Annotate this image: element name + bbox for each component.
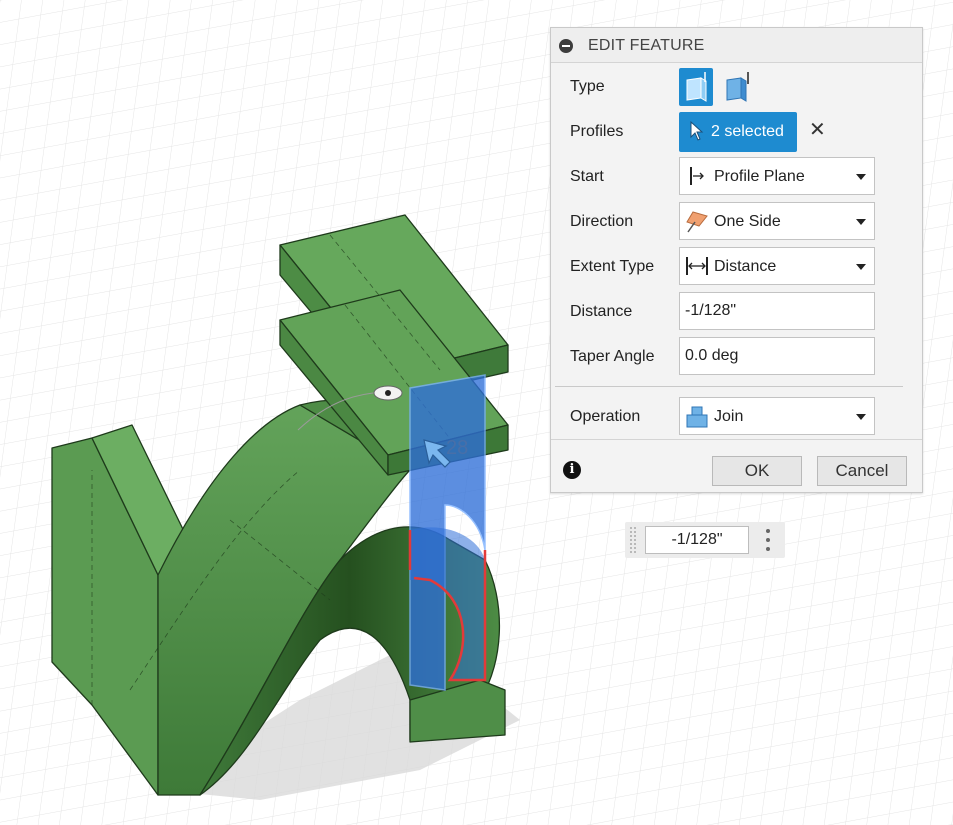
floating-distance-box: -1/128"	[625, 522, 785, 558]
chevron-down-icon	[856, 264, 866, 270]
direction-value: One Side	[714, 213, 781, 230]
ok-button[interactable]: OK	[712, 456, 802, 486]
profile-plane-icon	[690, 167, 704, 185]
clear-selection-icon[interactable]: ✕	[809, 120, 826, 140]
dialog-title: EDIT FEATURE	[588, 37, 705, 54]
chevron-down-icon	[856, 219, 866, 225]
more-options-icon[interactable]	[766, 529, 770, 551]
solid-extrude-icon	[686, 72, 707, 102]
dialog-header: EDIT FEATURE	[551, 28, 922, 63]
extent-type-dropdown[interactable]: Distance	[679, 247, 875, 285]
cancel-button[interactable]: Cancel	[817, 456, 907, 486]
edit-feature-dialog: EDIT FEATURE Type Profiles 2 selected ✕ …	[550, 27, 923, 493]
collapse-icon[interactable]	[559, 39, 573, 53]
start-dropdown[interactable]: Profile Plane	[679, 157, 875, 195]
extent-type-label: Extent Type	[570, 258, 655, 275]
distance-label: Distance	[570, 303, 633, 320]
chevron-down-icon	[856, 174, 866, 180]
divider	[555, 386, 903, 387]
operation-dropdown[interactable]: Join	[679, 397, 875, 435]
cursor-icon	[690, 121, 704, 141]
info-icon[interactable]: i	[563, 461, 581, 479]
type-solid-button[interactable]	[679, 68, 713, 106]
type-label: Type	[570, 78, 605, 95]
type-surface-button[interactable]	[721, 68, 755, 106]
operation-label: Operation	[570, 408, 641, 425]
distance-icon	[686, 257, 708, 275]
taper-angle-label: Taper Angle	[570, 348, 655, 365]
profiles-label: Profiles	[570, 123, 624, 140]
taper-angle-input[interactable]: 0.0 deg	[679, 337, 875, 375]
dialog-footer: i OK Cancel	[551, 439, 922, 494]
distance-input[interactable]: -1/128"	[679, 292, 875, 330]
dimension-label: 28	[446, 437, 469, 459]
direction-dropdown[interactable]: One Side	[679, 202, 875, 240]
join-icon	[686, 406, 708, 428]
floating-distance-input[interactable]: -1/128"	[645, 526, 749, 554]
operation-value: Join	[714, 408, 744, 425]
drag-grip-icon[interactable]	[629, 526, 637, 554]
start-value: Profile Plane	[714, 168, 805, 185]
one-side-icon	[686, 211, 708, 233]
start-label: Start	[570, 168, 604, 185]
profiles-selection-button[interactable]: 2 selected	[679, 112, 797, 152]
chevron-down-icon	[856, 414, 866, 420]
surface-extrude-icon	[726, 72, 749, 102]
manipulator-dot[interactable]	[373, 385, 403, 401]
direction-label: Direction	[570, 213, 634, 230]
profiles-selection-text: 2 selected	[711, 123, 784, 140]
extent-type-value: Distance	[714, 258, 777, 275]
